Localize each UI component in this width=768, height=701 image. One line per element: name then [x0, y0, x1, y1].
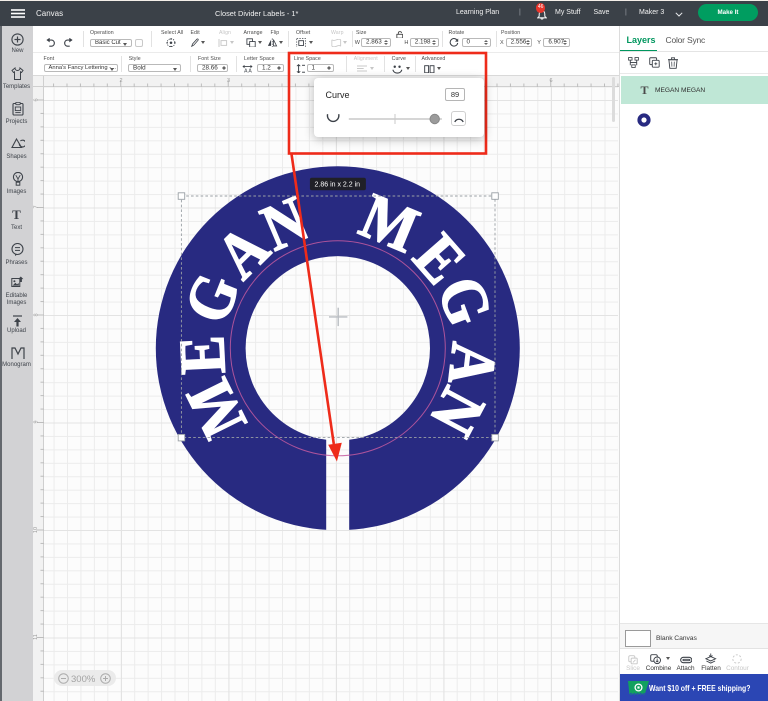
svg-text:A: A — [248, 68, 252, 72]
